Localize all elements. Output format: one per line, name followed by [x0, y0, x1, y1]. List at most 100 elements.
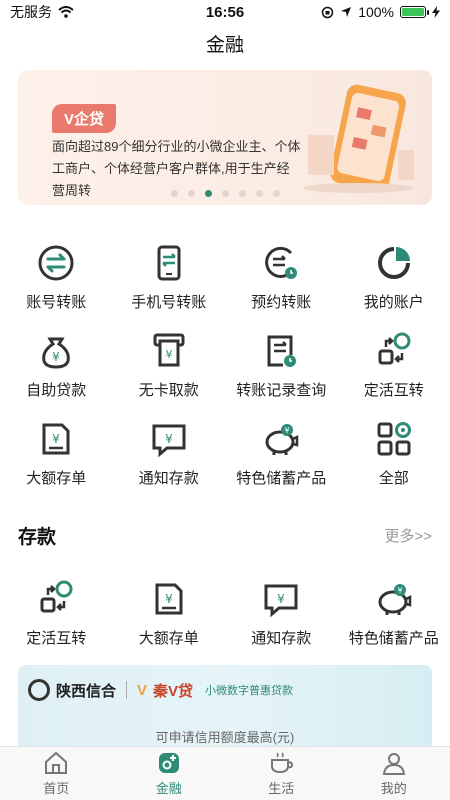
tab-mine[interactable]: 我的	[338, 747, 450, 800]
quick-item-scheduled-transfer[interactable]: 预约转账	[225, 237, 338, 325]
tab-label: 我的	[380, 781, 407, 796]
quick-item-label: 我的账户	[363, 294, 424, 311]
battery-percent: 100%	[358, 4, 394, 20]
deposit-item-fixed-current-swap[interactable]: 定活互转	[0, 573, 113, 661]
transfer-record-icon	[267, 335, 297, 367]
fixed-current-swap-icon	[40, 580, 73, 613]
v-logo-icon: V	[137, 681, 148, 699]
quick-item-label: 自助贷款	[26, 382, 87, 399]
deposit-item-notice-deposit[interactable]: ¥ 通知存款	[225, 573, 338, 661]
svg-text:¥: ¥	[165, 348, 172, 361]
quick-item-my-account[interactable]: 我的账户	[338, 237, 450, 325]
notice-deposit-icon: ¥	[264, 584, 298, 618]
location-arrow-icon	[341, 7, 352, 17]
tab-home[interactable]: 首页	[0, 747, 113, 800]
piggy-bank-icon: ¥	[265, 424, 299, 455]
phone-transfer-icon	[157, 245, 181, 281]
product-subtitle: 小微数字普惠贷款	[205, 685, 294, 697]
quick-service-grid: 账号转账 手机号转账 预约转账 我的账户 ¥ 自助贷款 ¥ 无卡取款 转账记录查…	[0, 237, 450, 501]
quick-item-transfer-record[interactable]: 转账记录查询	[225, 325, 338, 413]
quick-item-notice-deposit[interactable]: ¥ 通知存款	[113, 413, 226, 501]
banner-tag: V企贷	[52, 104, 117, 133]
profile-icon	[382, 753, 405, 775]
coffee-cup-icon	[271, 752, 294, 774]
orientation-lock-icon	[321, 6, 334, 18]
quick-item-label: 账号转账	[26, 294, 87, 311]
banner-dot[interactable]	[221, 190, 229, 197]
quick-item-all[interactable]: 全部	[338, 413, 450, 501]
banner-illustration	[303, 84, 414, 193]
banner-dot[interactable]	[170, 190, 178, 197]
quick-item-label: 无卡取款	[138, 382, 199, 399]
quick-item-label: 通知存款	[138, 470, 199, 487]
quick-item-phone-transfer[interactable]: 手机号转账	[113, 237, 226, 325]
svg-text:¥: ¥	[52, 350, 60, 364]
page-title: 金融	[205, 35, 244, 56]
deposit-grid: 定活互转 ¥ 大额存单 ¥ 通知存款 ¥ 特色储蓄产品	[0, 573, 450, 661]
credit-limit-note: 可申请信用额度最高(元)	[155, 730, 295, 745]
quick-item-label: 全部	[378, 470, 409, 487]
quick-item-self-loan[interactable]: ¥ 自助贷款	[0, 325, 113, 413]
quick-item-label: 手机号转账	[131, 294, 207, 311]
cardless-withdraw-icon: ¥	[153, 333, 185, 367]
account-pie-icon	[377, 247, 410, 279]
deposit-section-title: 存款	[18, 527, 57, 548]
svg-text:¥: ¥	[277, 592, 285, 606]
brand-separator	[126, 681, 128, 699]
bank-name: 陕西信合	[56, 682, 117, 700]
large-deposit-icon: ¥	[155, 583, 183, 615]
quick-item-account-transfer[interactable]: 账号转账	[0, 237, 113, 325]
tab-life[interactable]: 生活	[225, 747, 338, 800]
svg-text:¥: ¥	[397, 586, 402, 595]
deposit-item-special-savings[interactable]: ¥ 特色储蓄产品	[338, 573, 450, 661]
svg-text:¥: ¥	[165, 592, 173, 606]
deposit-item-label: 定活互转	[26, 630, 87, 647]
all-grid-icon	[377, 422, 411, 456]
banner-dot[interactable]	[187, 190, 195, 197]
tab-label: 生活	[268, 781, 295, 796]
svg-text:¥: ¥	[52, 432, 60, 446]
promo-banner[interactable]: V企贷 面向超过89个细分行业的小微企业主、个体工商户、个体经营户客户群体,用于…	[18, 70, 432, 205]
quick-item-large-deposit[interactable]: ¥ 大额存单	[0, 413, 113, 501]
bottom-tab-bar: 首页 金融 生活 我的	[0, 746, 450, 800]
deposit-item-label: 通知存款	[251, 630, 312, 647]
transfer-icon	[38, 245, 74, 281]
piggy-bank-icon: ¥	[378, 584, 411, 615]
status-time: 16:56	[205, 3, 245, 21]
quick-item-label: 特色储蓄产品	[236, 470, 327, 487]
svg-text:¥: ¥	[165, 432, 173, 446]
bank-logo-icon	[28, 679, 50, 701]
quick-item-label: 转账记录查询	[236, 382, 327, 399]
deposit-more-link[interactable]: 更多>>	[384, 525, 432, 546]
banner-dot[interactable]	[238, 190, 246, 197]
deposit-item-label: 大额存单	[138, 630, 199, 647]
fixed-current-swap-icon	[378, 332, 411, 365]
banner-dot[interactable]	[272, 190, 280, 197]
quick-item-label: 大额存单	[26, 470, 87, 487]
wifi-icon	[58, 6, 74, 18]
quick-item-special-savings[interactable]: ¥ 特色储蓄产品	[225, 413, 338, 501]
quick-item-cardless-withdraw[interactable]: ¥ 无卡取款	[113, 325, 226, 413]
quick-item-fixed-current-swap[interactable]: 定活互转	[338, 325, 450, 413]
tab-label: 首页	[43, 781, 70, 796]
deposit-item-label: 特色储蓄产品	[348, 630, 439, 647]
scheduled-transfer-icon	[265, 246, 298, 279]
banner-dot-active[interactable]	[204, 190, 212, 197]
finance-icon	[158, 753, 179, 773]
banner-dot[interactable]	[255, 190, 263, 197]
quick-item-label: 预约转账	[251, 294, 312, 311]
charging-icon	[432, 6, 440, 18]
product-name: 秦V贷	[153, 682, 194, 700]
large-deposit-icon: ¥	[42, 423, 70, 455]
loan-bag-icon: ¥	[42, 337, 71, 369]
home-icon	[45, 751, 68, 774]
promo-brand-row: 陕西信合 V 秦V贷 小微数字普惠贷款	[28, 679, 293, 701]
banner-pagination[interactable]	[18, 190, 432, 197]
carrier-label: 无服务	[10, 4, 52, 20]
status-bar: 无服务 16:56 100%	[0, 0, 450, 24]
deposit-item-large-deposit[interactable]: ¥ 大额存单	[113, 573, 226, 661]
svg-text:¥: ¥	[285, 426, 290, 435]
tab-label: 金融	[155, 781, 182, 796]
tab-finance[interactable]: 金融	[113, 747, 226, 800]
quick-item-label: 定活互转	[363, 382, 424, 399]
